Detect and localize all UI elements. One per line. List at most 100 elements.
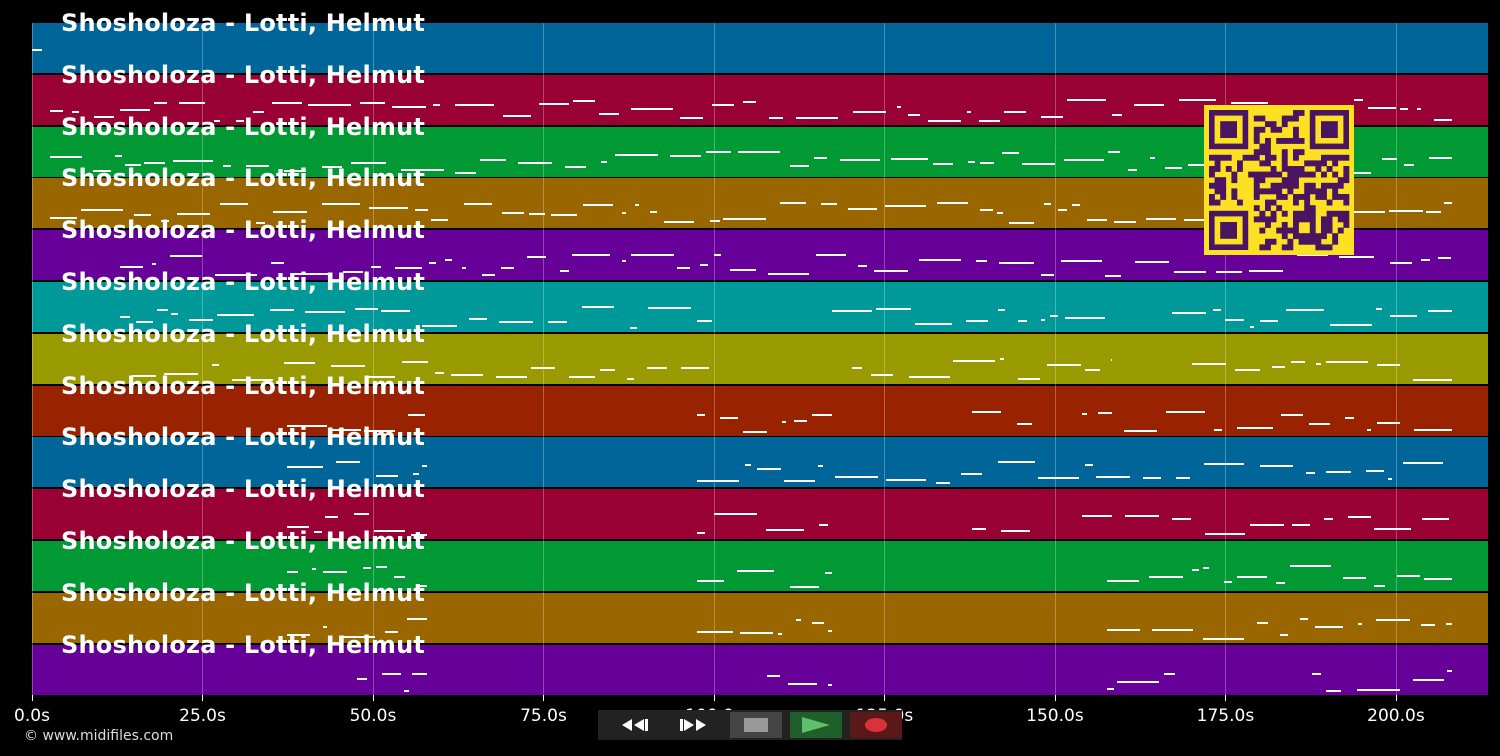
- play-button[interactable]: [790, 712, 842, 738]
- note: [1413, 378, 1452, 381]
- note: [1004, 110, 1026, 113]
- note: [369, 207, 408, 210]
- note: [953, 359, 995, 362]
- note: [697, 580, 724, 582]
- note: [120, 108, 150, 111]
- note: [1276, 582, 1285, 584]
- note: [601, 160, 607, 163]
- note: [821, 203, 837, 206]
- note: [518, 161, 552, 164]
- note: [1343, 577, 1366, 579]
- note: [680, 116, 703, 119]
- note: [1286, 309, 1324, 311]
- note: [503, 114, 531, 117]
- note: [381, 310, 410, 312]
- note: [1135, 261, 1169, 264]
- note: [392, 105, 426, 108]
- note: [312, 568, 316, 570]
- note: [1018, 377, 1040, 380]
- note: [1326, 360, 1368, 363]
- note: [157, 309, 168, 311]
- note: [816, 254, 846, 257]
- tick-label: 50.0s: [349, 706, 397, 726]
- note: [368, 375, 395, 378]
- track-title: Shosholoza - Lotti, Helmut: [61, 578, 426, 607]
- note: [351, 161, 386, 164]
- note: [1426, 211, 1441, 214]
- note: [136, 321, 153, 323]
- note: [394, 576, 405, 578]
- note: [832, 310, 872, 312]
- note: [291, 273, 331, 276]
- note: [1291, 360, 1305, 363]
- note: [1444, 202, 1452, 205]
- record-button[interactable]: [850, 712, 902, 738]
- note: [852, 366, 862, 369]
- play-icon: [802, 717, 830, 733]
- note: [1001, 530, 1030, 533]
- note: [415, 209, 428, 212]
- track-title: Shosholoza - Lotti, Helmut: [61, 60, 426, 89]
- note: [769, 116, 783, 119]
- note: [714, 513, 757, 516]
- note: [433, 103, 440, 106]
- note: [1152, 628, 1193, 631]
- note: [1404, 163, 1414, 166]
- note: [1112, 113, 1122, 116]
- note: [1082, 412, 1087, 415]
- note: [766, 529, 804, 532]
- note: [125, 163, 141, 166]
- note: [1376, 308, 1382, 310]
- note: [1326, 471, 1351, 474]
- note: [738, 150, 780, 153]
- note: [1397, 575, 1420, 577]
- note: [214, 119, 220, 122]
- note: [354, 513, 369, 516]
- note: [615, 153, 658, 156]
- note: [569, 375, 595, 378]
- note: [681, 366, 709, 369]
- note: [825, 572, 832, 574]
- note: [539, 102, 569, 105]
- note: [374, 530, 405, 533]
- note: [287, 466, 323, 469]
- note: [419, 585, 427, 587]
- note: [1312, 672, 1321, 675]
- note: [874, 270, 908, 273]
- note: [1237, 576, 1267, 578]
- tick-label: 25.0s: [179, 706, 226, 726]
- track-title: Shosholoza - Lotti, Helmut: [61, 527, 426, 555]
- note: [412, 672, 427, 675]
- grid-line: [32, 23, 33, 695]
- fast-forward-button[interactable]: [668, 712, 720, 738]
- note: [1237, 426, 1273, 429]
- rewind-button[interactable]: [608, 712, 660, 738]
- note: [1357, 688, 1400, 691]
- note: [572, 254, 610, 257]
- note: [1260, 320, 1278, 322]
- note: [376, 475, 398, 478]
- stop-button[interactable]: [730, 712, 782, 738]
- grid-line: [1054, 23, 1056, 695]
- note: [1424, 578, 1452, 580]
- note: [271, 262, 284, 265]
- note: [745, 464, 751, 467]
- note: [972, 410, 1001, 413]
- copyright-text: © www.midifiles.com: [24, 728, 174, 744]
- note: [72, 110, 79, 113]
- note: [1192, 569, 1199, 571]
- note: [778, 632, 782, 635]
- note: [768, 273, 809, 276]
- note: [848, 208, 877, 211]
- note: [737, 570, 774, 572]
- note: [1339, 256, 1374, 259]
- note: [697, 480, 739, 483]
- note: [1290, 565, 1331, 567]
- note: [1087, 219, 1107, 222]
- note: [599, 112, 619, 115]
- note: [445, 259, 452, 262]
- note: [480, 158, 506, 161]
- note: [1125, 515, 1159, 518]
- note: [270, 309, 294, 311]
- note: [1149, 576, 1183, 578]
